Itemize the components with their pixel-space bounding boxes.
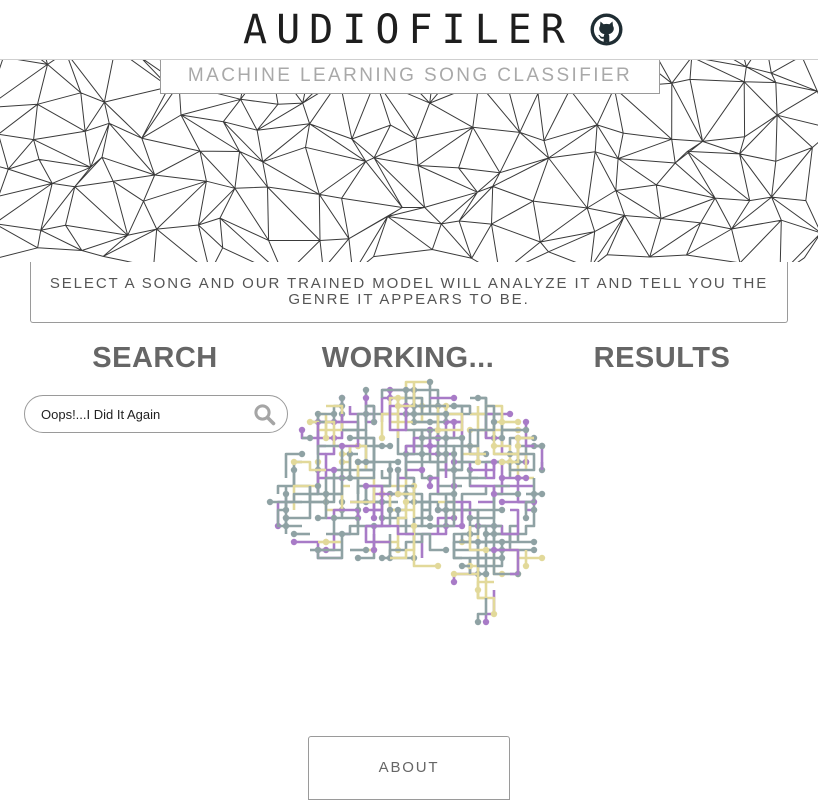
search-input[interactable]	[41, 404, 246, 424]
search-box	[24, 395, 288, 433]
github-icon	[590, 13, 623, 46]
about-button[interactable]: ABOUT	[308, 736, 510, 800]
step-heading-working: WORKING...	[321, 342, 495, 374]
step-heading-search: SEARCH	[92, 342, 218, 374]
circuit-brain-icon	[266, 378, 546, 626]
site-header: AUDIOFILER	[0, 0, 818, 60]
github-link[interactable]	[590, 13, 623, 46]
step-heading-results: RESULTS	[593, 342, 731, 374]
description-box: SELECT A SONG AND OUR TRAINED MODEL WILL…	[30, 262, 788, 323]
brain-circuits	[266, 378, 546, 626]
subtitle-banner: MACHINE LEARNING SONG CLASSIFIER	[160, 60, 660, 94]
app-title: AUDIOFILER	[243, 7, 574, 53]
